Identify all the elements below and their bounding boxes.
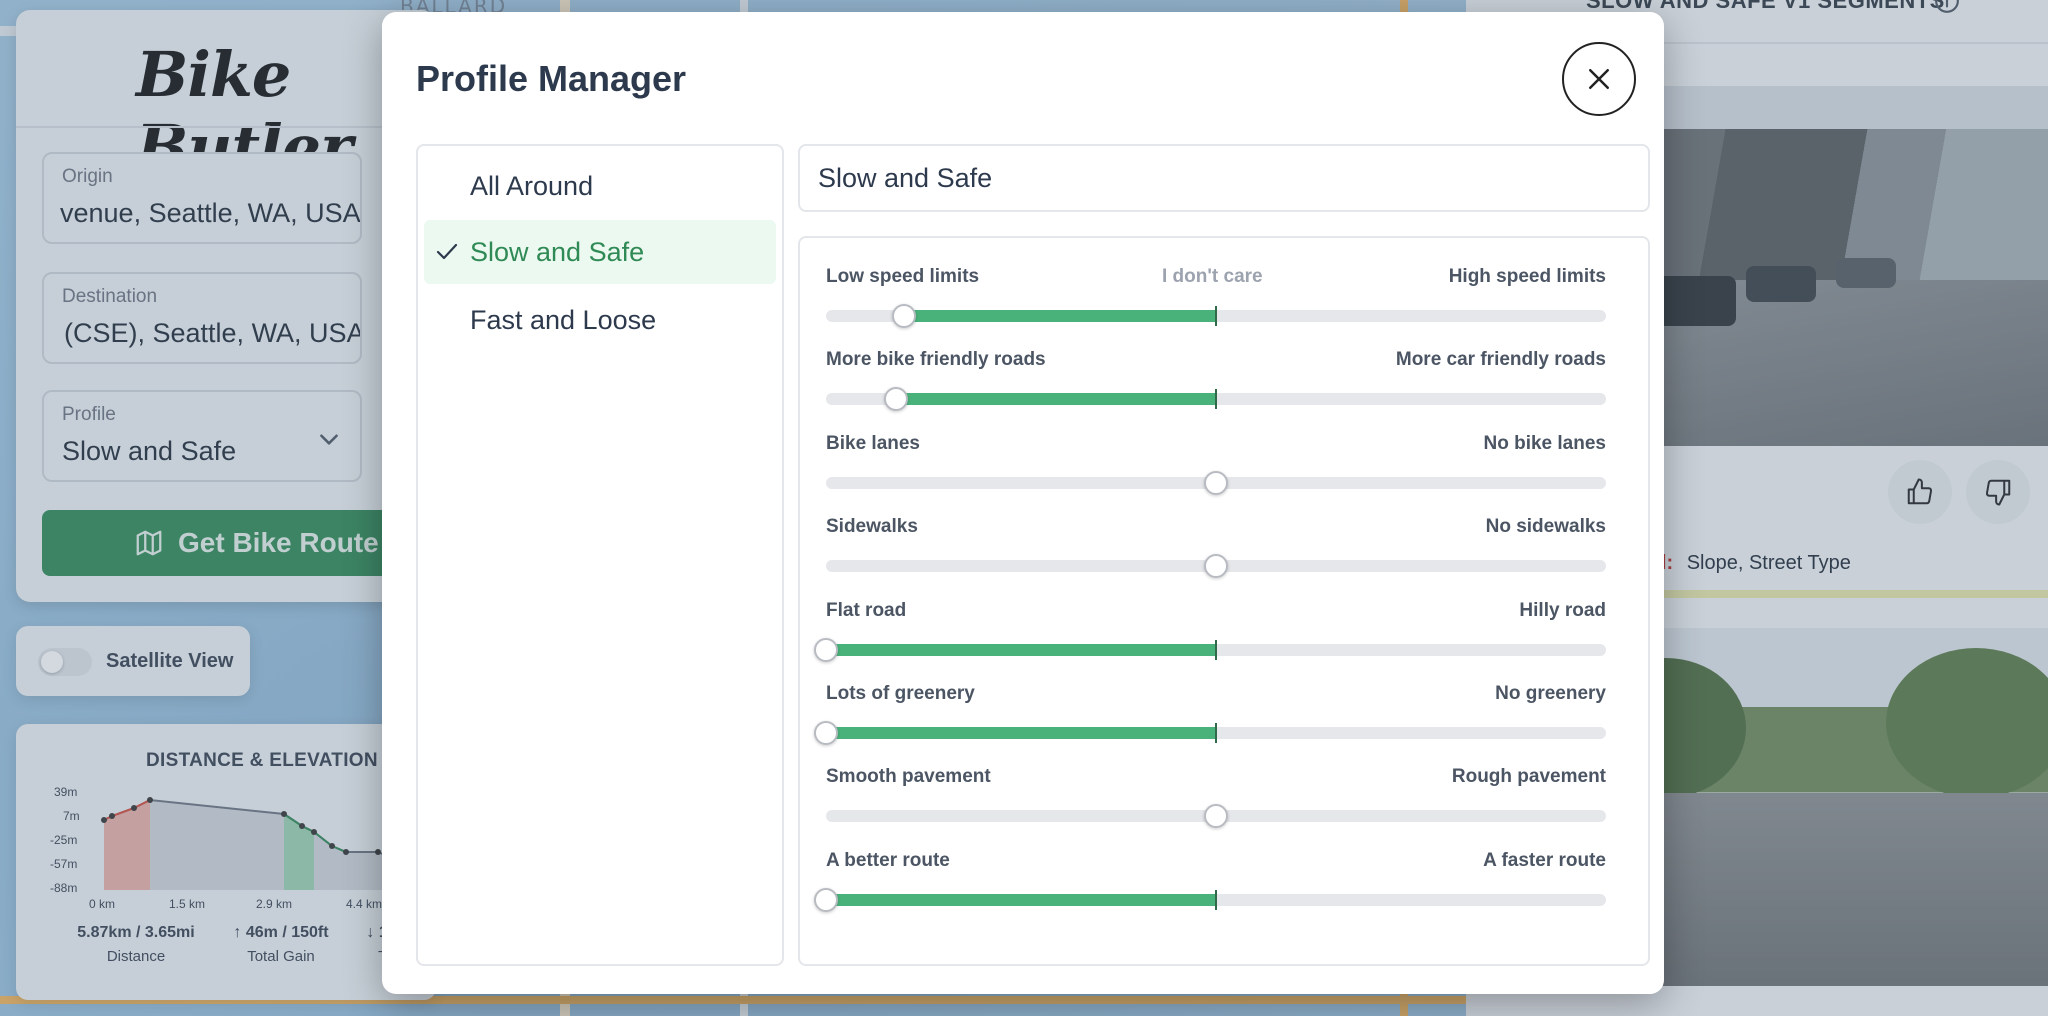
profile-name-input[interactable]: Slow and Safe <box>798 144 1650 212</box>
slider-left-label: Lots of greenery <box>826 683 975 704</box>
slider-thumb[interactable] <box>1204 554 1228 579</box>
preference-slider[interactable]: More bike friendly roads More car friendl… <box>826 349 1606 419</box>
slider-center-mark <box>1215 639 1217 660</box>
preference-sliders: Low speed limits I don't care High speed l… <box>798 236 1650 966</box>
slider-right-label: Hilly road <box>1519 599 1606 621</box>
close-button[interactable] <box>1562 42 1636 116</box>
slider-thumb[interactable] <box>1204 804 1228 829</box>
slider-mid-label: I don't care <box>1162 266 1263 287</box>
slider-fill <box>826 643 1216 656</box>
profile-manager-dialog: Profile Manager All Around Slow and Safe… <box>382 12 1664 994</box>
checkmark-icon <box>436 243 458 260</box>
preference-slider[interactable]: Lots of greenery No greenery <box>814 683 1606 753</box>
slider-fill <box>896 393 1216 406</box>
slider-left-label: Sidewalks <box>826 516 918 538</box>
slider-left-label: More bike friendly roads <box>826 349 1046 371</box>
slider-left-label: Low speed limits <box>826 266 980 287</box>
slider-fill <box>826 893 1216 906</box>
slider-thumb[interactable] <box>814 887 838 912</box>
preference-slider[interactable]: Low speed limits I don't care High speed l… <box>826 266 1606 336</box>
slider-right-label: High speed limits <box>1448 266 1606 287</box>
profile-item-label: Slow and Safe <box>470 236 645 267</box>
slider-right-label: Rough pavement <box>1451 766 1606 788</box>
slider-right-label: No greenery <box>1495 683 1606 704</box>
close-icon <box>1589 69 1609 89</box>
slider-center-mark <box>1215 389 1217 410</box>
slider-thumb[interactable] <box>884 387 908 412</box>
slider-right-label: No sidewalks <box>1485 516 1606 538</box>
preference-slider[interactable]: Bike lanes No bike lanes <box>826 433 1606 503</box>
profile-item-fast-and-loose[interactable]: Fast and Loose <box>424 288 776 352</box>
profile-item-label: Fast and Loose <box>470 304 657 335</box>
slider-fill <box>904 310 1216 322</box>
profile-item-all-around[interactable]: All Around <box>424 154 776 218</box>
slider-left-label: Bike lanes <box>826 432 920 454</box>
slider-thumb[interactable] <box>814 721 838 745</box>
slider-thumb[interactable] <box>814 637 838 662</box>
profile-item-label: All Around <box>470 170 594 201</box>
slider-center-mark <box>1215 723 1217 743</box>
profile-item-slow-and-safe[interactable]: Slow and Safe <box>424 220 776 284</box>
slider-left-label: A better route <box>826 849 950 871</box>
profile-list: All Around Slow and Safe Fast and Loose <box>416 144 784 966</box>
slider-thumb[interactable] <box>892 304 916 328</box>
slider-center-mark <box>1215 306 1217 326</box>
slider-right-label: No bike lanes <box>1483 432 1607 454</box>
slider-center-mark <box>1215 889 1217 910</box>
slider-left-label: Flat road <box>826 599 907 621</box>
slider-right-label: A faster route <box>1483 849 1606 871</box>
slider-thumb[interactable] <box>1204 470 1228 495</box>
slider-right-label: More car friendly roads <box>1395 349 1606 371</box>
preference-slider[interactable]: Smooth pavement Rough pavement <box>826 766 1606 836</box>
slider-left-label: Smooth pavement <box>826 766 991 788</box>
slider-fill <box>826 727 1216 739</box>
preference-slider[interactable]: Flat road Hilly road <box>814 599 1606 670</box>
preference-slider[interactable]: Sidewalks No sidewalks <box>826 516 1606 586</box>
dialog-title: Profile Manager <box>416 58 687 99</box>
preference-slider[interactable]: A better route A faster route <box>814 849 1606 920</box>
